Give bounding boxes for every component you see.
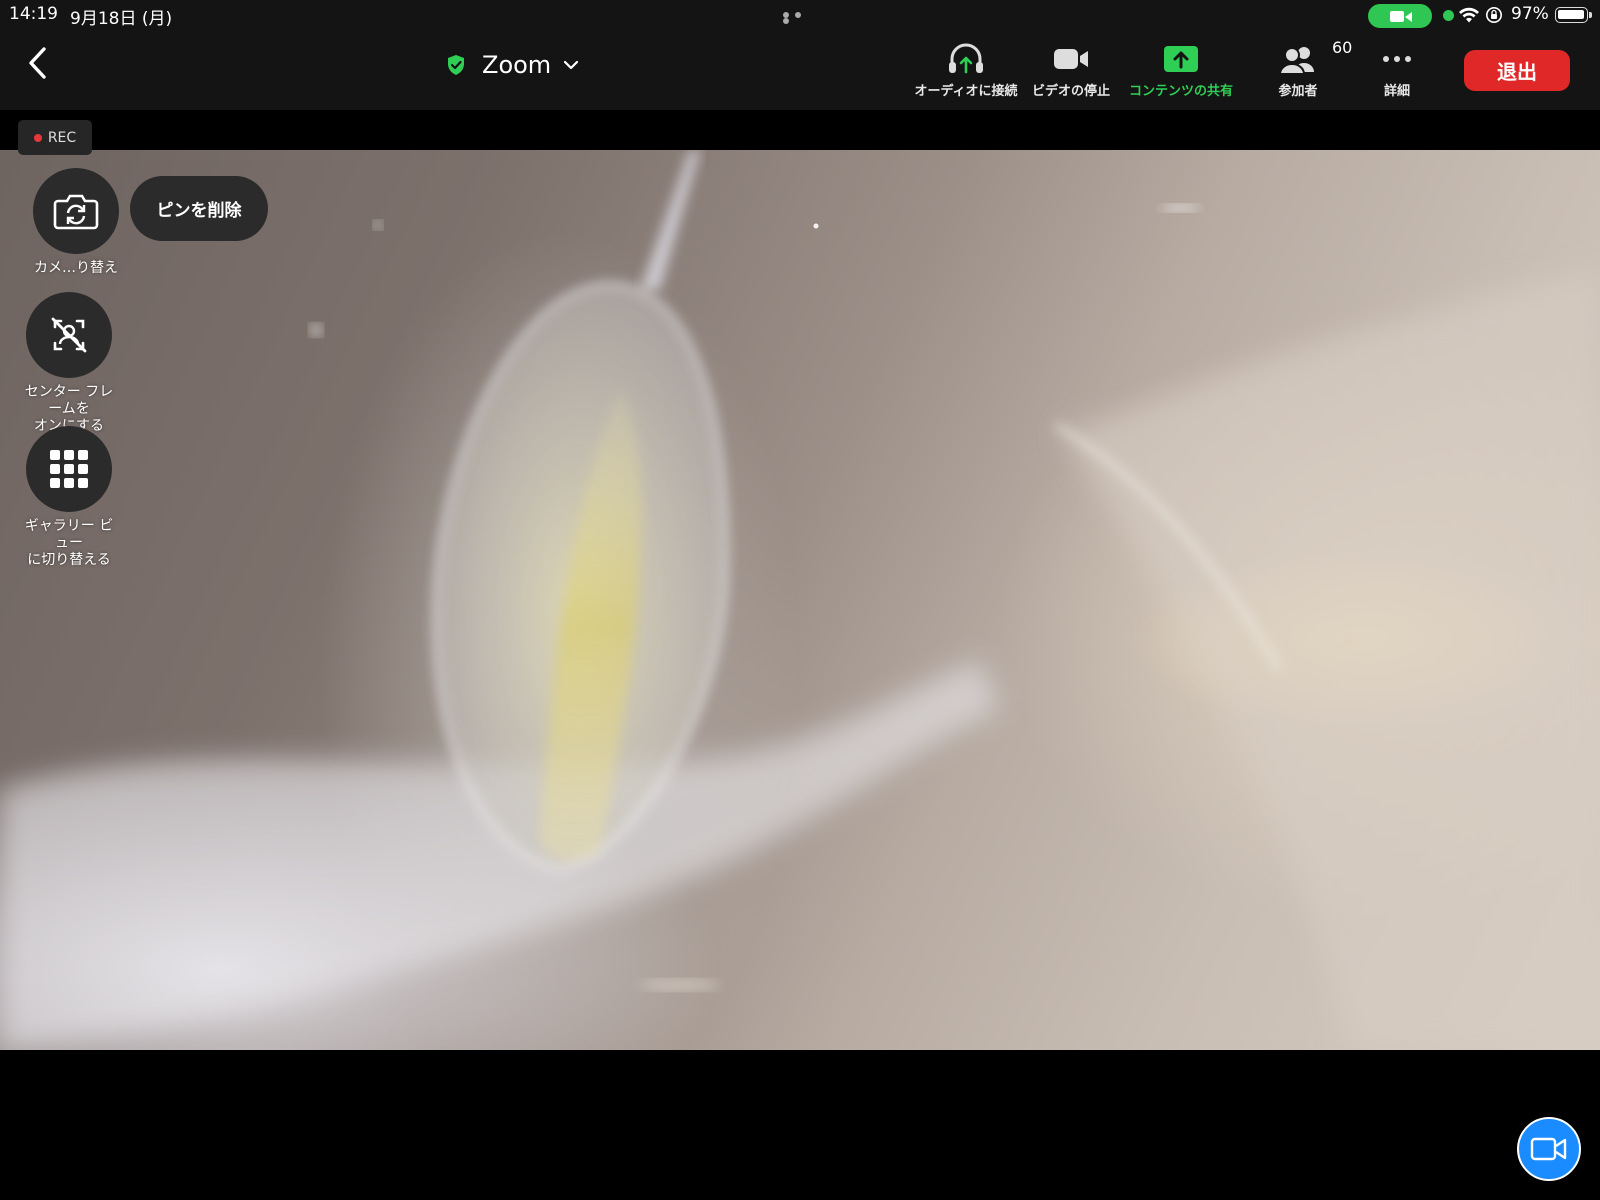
more-label: 詳細	[1383, 84, 1410, 99]
microscope-video-image	[0, 150, 1600, 1050]
switch-camera-circle[interactable]	[33, 168, 119, 254]
connect-audio-label: オーディオに接続	[914, 84, 1018, 99]
center-stage-off-icon	[51, 317, 87, 353]
share-content-label: コンテンツの共有	[1128, 84, 1233, 99]
status-bar: 14:19 9月18日 (月) 97%	[0, 0, 1600, 30]
participants-icon	[1278, 47, 1314, 75]
gallery-view-label: ギャラリー ビ ュー に切り替える	[24, 518, 114, 568]
unpin-button[interactable]: ピンを削除	[130, 176, 268, 241]
meeting-title: Zoom	[482, 51, 552, 79]
video-camera-icon	[1530, 1137, 1567, 1161]
center-stage-circle[interactable]	[26, 292, 112, 378]
grid-icon	[50, 450, 88, 488]
camera-indicator-dot	[1443, 10, 1454, 21]
center-stage-button[interactable]: センター フレ ームを オンにする	[14, 292, 124, 435]
battery-percent: 97%	[1511, 4, 1549, 24]
more-dots-icon	[1383, 56, 1411, 62]
stop-video-button[interactable]: ビデオの停止	[1026, 42, 1116, 102]
participants-button[interactable]: 60 参加者	[1266, 38, 1352, 102]
connect-audio-button[interactable]: オーディオに接続	[914, 42, 1018, 102]
video-camera-icon	[1054, 49, 1088, 69]
self-video-button[interactable]	[1517, 1117, 1581, 1181]
share-content-button[interactable]: コンテンツの共有	[1122, 42, 1240, 102]
wifi-icon	[1459, 7, 1479, 23]
participant-count: 60	[1332, 38, 1353, 57]
meeting-toolbar: Zoom オーディオに接続 ビデオの停止 コンテンツの共有 60 参加者 詳細 …	[0, 30, 1600, 110]
switch-camera-label: カメ…り替え	[34, 260, 118, 276]
stop-video-label: ビデオの停止	[1031, 84, 1110, 99]
record-dot-icon	[33, 133, 42, 142]
status-date: 9月18日 (月)	[70, 9, 173, 29]
leave-button[interactable]: 退出	[1464, 50, 1570, 91]
rec-label: REC	[47, 129, 77, 146]
pinned-video-feed[interactable]	[0, 150, 1600, 1050]
status-time: 14:19	[9, 4, 58, 24]
gallery-view-button[interactable]: ギャラリー ビ ュー に切り替える	[14, 426, 124, 569]
more-button[interactable]: 詳細	[1372, 42, 1422, 102]
rotation-lock-icon	[1486, 7, 1502, 23]
shield-check-icon	[448, 55, 464, 75]
multitasking-dots-icon[interactable]	[783, 12, 817, 24]
battery-icon	[1555, 7, 1592, 23]
camera-in-use-icon	[1368, 4, 1432, 28]
camera-switch-icon	[53, 194, 99, 230]
share-screen-icon	[1164, 46, 1198, 72]
headphones-upload-icon	[949, 43, 983, 74]
switch-camera-button[interactable]: カメ…り替え	[28, 168, 124, 277]
back-button[interactable]	[20, 42, 54, 84]
meeting-title-dropdown[interactable]: Zoom	[446, 48, 579, 82]
recording-indicator: REC	[18, 120, 92, 155]
gallery-view-circle[interactable]	[26, 426, 112, 512]
participants-label: 参加者	[1278, 84, 1318, 99]
chevron-down-icon	[564, 60, 579, 70]
